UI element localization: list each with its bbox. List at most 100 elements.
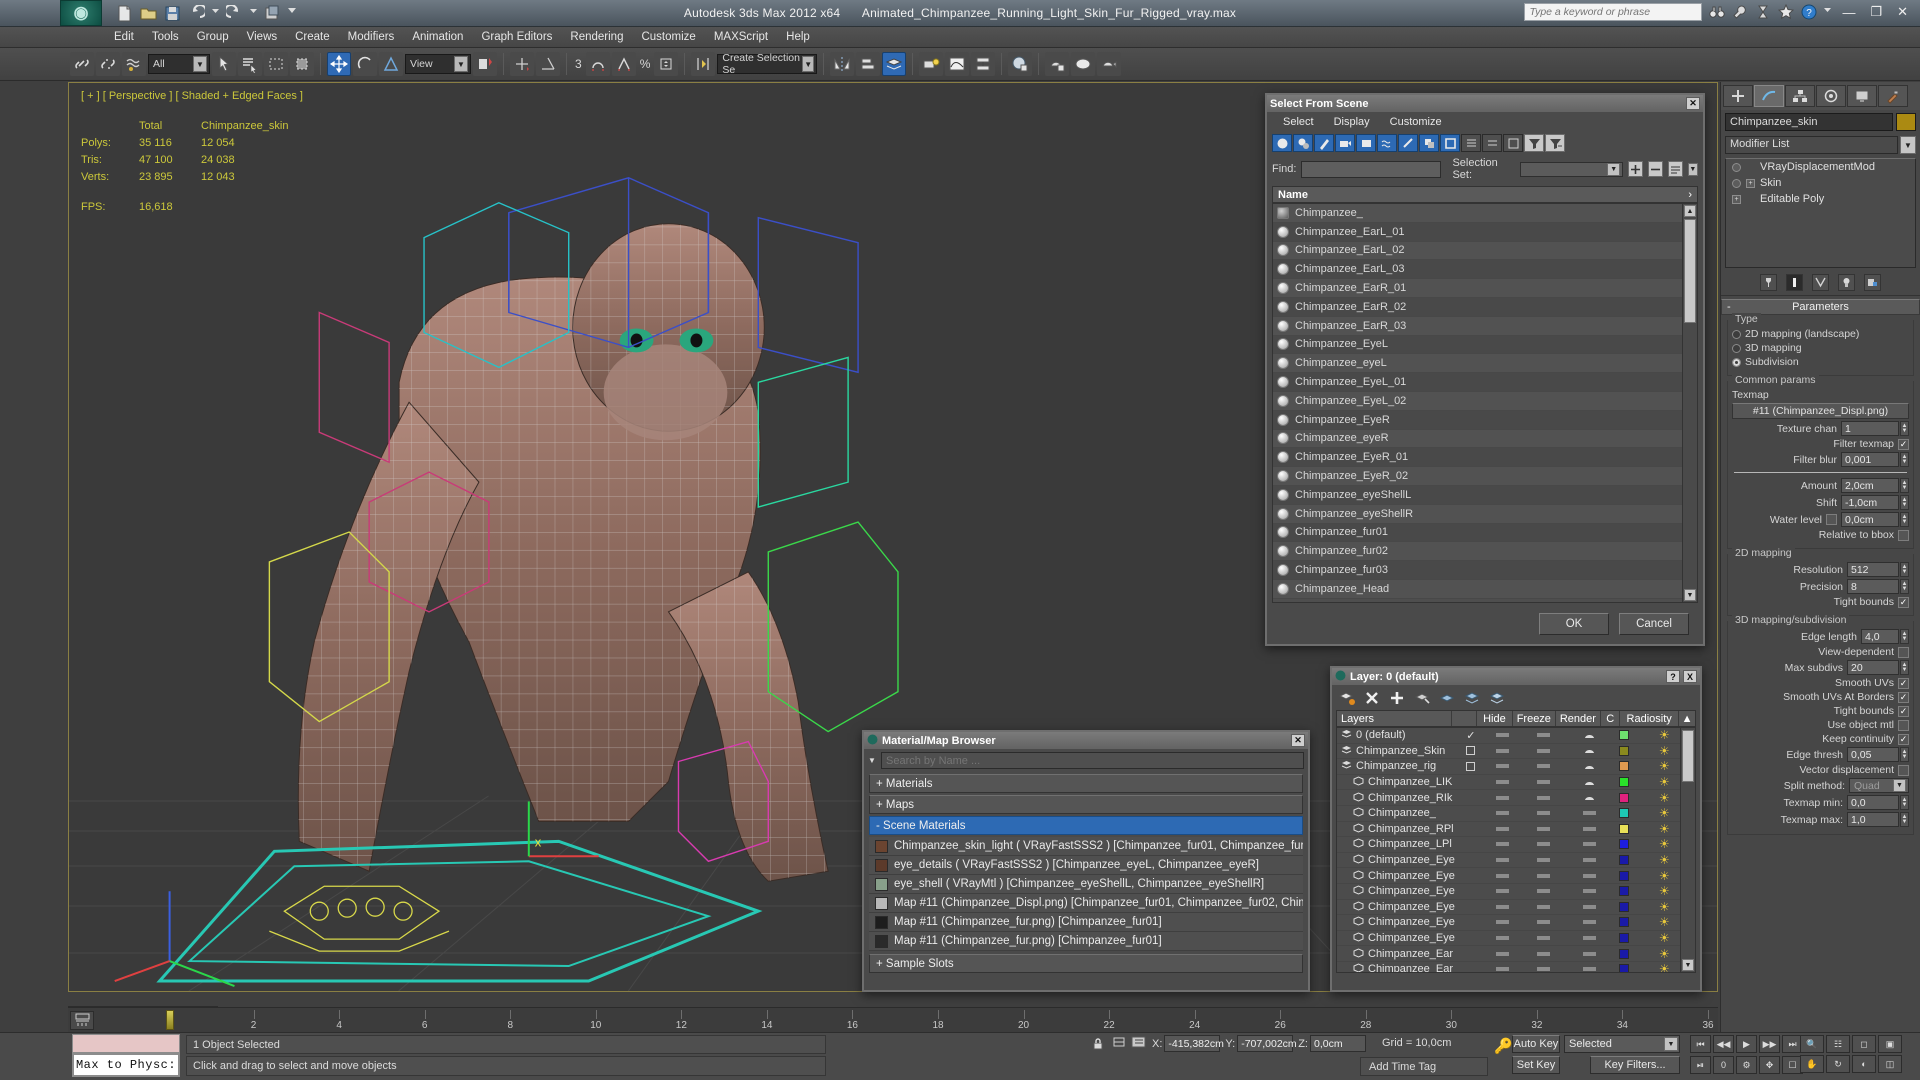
restore-button[interactable]: ❐ [1866, 4, 1886, 20]
spinner[interactable]: 1 ▲ ▼ [1841, 421, 1909, 436]
object-name-input[interactable] [1725, 113, 1893, 131]
layer-freeze-cell[interactable] [1521, 759, 1566, 774]
project-folder-icon[interactable] [264, 5, 281, 22]
color-swatch[interactable] [1618, 761, 1629, 772]
select-object-icon[interactable] [212, 52, 236, 76]
menu-views[interactable]: Views [238, 29, 286, 45]
scroll-up-icon[interactable]: ▲ [1684, 205, 1696, 217]
layer-hide-cell[interactable] [1484, 915, 1522, 930]
key-mode-toggle-icon[interactable]: ⏯ [1690, 1056, 1711, 1074]
scene-object-row[interactable]: Chimpanzee_EyeR_01 [1273, 448, 1697, 468]
menu-group[interactable]: Group [188, 29, 238, 45]
scene-object-row[interactable]: Chimpanzee_EarL_03 [1273, 260, 1697, 280]
material-list-item[interactable]: Chimpanzee_skin_light ( VRayFastSSS2 ) [… [869, 837, 1303, 856]
menu-edit[interactable]: Edit [105, 29, 143, 45]
scene-object-row[interactable]: Chimpanzee_fur03 [1273, 561, 1697, 580]
modifier-list-label[interactable]: Modifier List [1725, 136, 1898, 154]
param-value[interactable]: 1,0 [1847, 812, 1899, 827]
layer-hide-cell[interactable] [1484, 853, 1522, 868]
menu-modifiers[interactable]: Modifiers [339, 29, 404, 45]
field-of-view-icon[interactable]: ◐ [1852, 1055, 1876, 1073]
save-file-icon[interactable] [164, 5, 181, 22]
play-animation-icon[interactable]: ▶ [1736, 1035, 1757, 1053]
current-frame-icon[interactable]: 0 [1713, 1056, 1734, 1074]
scene-object-row[interactable]: Chimpanzee_eyeShellL [1273, 485, 1697, 505]
layer-list[interactable]: 0 (default) ✓ ☀ Chimpanzee_Skin ☀ Chimpanzee_… [1336, 727, 1696, 973]
param-value[interactable]: 1 [1841, 421, 1899, 436]
chevron-down-icon[interactable]: ▼ [868, 756, 878, 765]
spinner[interactable]: 512 ▲ ▼ [1847, 562, 1909, 577]
ok-button[interactable]: OK [1539, 613, 1609, 635]
select-by-name-icon[interactable] [238, 52, 262, 76]
schematic-view-icon[interactable] [971, 52, 996, 76]
spinner[interactable]: 0,001 ▲ ▼ [1841, 452, 1909, 467]
layer-hide-cell[interactable] [1484, 900, 1522, 915]
zoom-extents-all-icon[interactable]: ◻ [1852, 1035, 1876, 1053]
redo-dropdown-icon[interactable] [250, 5, 257, 22]
make-unique-icon[interactable] [1812, 274, 1829, 291]
close-icon[interactable]: X [1683, 670, 1697, 683]
add-selection-to-layer-icon[interactable] [1388, 689, 1406, 706]
key-mode-icon[interactable]: 🔑 [1494, 1037, 1513, 1055]
pin-stack-icon[interactable] [1760, 274, 1777, 291]
layer-current-cell[interactable] [1458, 775, 1484, 790]
layer-color-cell[interactable] [1614, 806, 1634, 821]
checkbox-icon[interactable]: ✓ [1898, 705, 1909, 717]
layer-color-cell[interactable] [1614, 868, 1634, 883]
layer-render-cell[interactable] [1566, 946, 1614, 961]
layer-color-cell[interactable] [1614, 915, 1634, 930]
scene-object-row[interactable]: Chimpanzee_EyeR_02 [1273, 467, 1697, 486]
color-swatch[interactable] [1618, 855, 1629, 866]
layer-color-cell[interactable] [1614, 900, 1634, 915]
display-helpers-icon[interactable] [1356, 134, 1376, 152]
color-swatch[interactable] [1618, 948, 1629, 959]
display-space-warps-icon[interactable] [1377, 134, 1397, 152]
stack-item-editable-poly[interactable]: + Editable Poly [1726, 191, 1915, 207]
collapse-icon[interactable]: - [1727, 301, 1731, 313]
previous-frame-icon[interactable]: ◀◀ [1713, 1035, 1734, 1053]
select-and-scale-icon[interactable] [379, 52, 403, 76]
param-value[interactable]: 8 [1847, 579, 1899, 594]
spinner-arrows-icon[interactable]: ▲ ▼ [1900, 629, 1909, 644]
radio-icon[interactable] [1732, 343, 1741, 353]
layer-freeze-cell[interactable] [1522, 900, 1567, 915]
layer-render-cell[interactable] [1566, 853, 1614, 868]
layer-hide-cell[interactable] [1484, 744, 1522, 759]
modifier-stack[interactable]: VRayDisplacementMod + Skin + Editable Po… [1725, 158, 1916, 268]
display-groups-icon[interactable] [1419, 134, 1439, 152]
close-icon[interactable]: ✕ [1291, 734, 1305, 747]
param-value[interactable]: 0,001 [1841, 452, 1899, 467]
scene-object-row[interactable]: Chimpanzee_EyeL_02 [1273, 391, 1697, 411]
layer-freeze-cell[interactable] [1522, 775, 1567, 790]
layer-color-cell[interactable] [1614, 962, 1634, 972]
layer-hide-cell[interactable] [1484, 868, 1522, 883]
snap-toggle-icon[interactable] [510, 52, 534, 76]
material-list-item[interactable]: eye_details ( VRayFastSSS2 ) [Chimpanzee… [869, 856, 1303, 875]
color-swatch[interactable] [1618, 886, 1629, 897]
layer-row[interactable]: Chimpanzee_Skin ☀ [1337, 744, 1695, 760]
group-materials[interactable]: + Materials [869, 774, 1303, 793]
checkbox-icon[interactable] [1898, 719, 1909, 731]
param-value[interactable]: 4,0 [1861, 629, 1899, 644]
scene-object-row[interactable]: Chimpanzee_EarL_01 [1273, 222, 1697, 242]
window-crossing-toggle-icon[interactable] [290, 52, 314, 76]
key-filters-button[interactable]: Key Filters... [1590, 1056, 1680, 1074]
coord-y[interactable]: Y: -707,002cm [1225, 1035, 1297, 1052]
select-from-scene-dialog[interactable]: Select From Scene ✕ Select Display Custo… [1265, 93, 1705, 646]
rectangular-selection-region-icon[interactable] [264, 52, 288, 76]
menu-help[interactable]: Help [777, 29, 819, 45]
layer-current-cell[interactable] [1458, 759, 1484, 774]
layer-current-cell[interactable] [1458, 744, 1484, 759]
display-geometry-icon[interactable] [1272, 134, 1292, 152]
layer-color-cell[interactable] [1614, 884, 1634, 899]
layer-render-cell[interactable] [1566, 728, 1614, 743]
spinner-arrows-icon[interactable]: ▲ ▼ [1900, 562, 1909, 577]
undo-icon[interactable] [188, 3, 207, 22]
layer-freeze-cell[interactable] [1522, 962, 1567, 972]
checkbox-icon[interactable] [1898, 764, 1909, 776]
scene-object-list[interactable]: Chimpanzee_ Chimpanzee_EarL_01 Chimpanzee_… [1272, 203, 1698, 603]
color-swatch[interactable] [1618, 777, 1629, 788]
scene-object-row[interactable]: Chimpanzee_fur01 [1273, 523, 1697, 543]
spinner-arrows-icon[interactable]: ▲ ▼ [1900, 579, 1909, 594]
spinner[interactable]: 2,0cm ▲ ▼ [1841, 478, 1909, 493]
